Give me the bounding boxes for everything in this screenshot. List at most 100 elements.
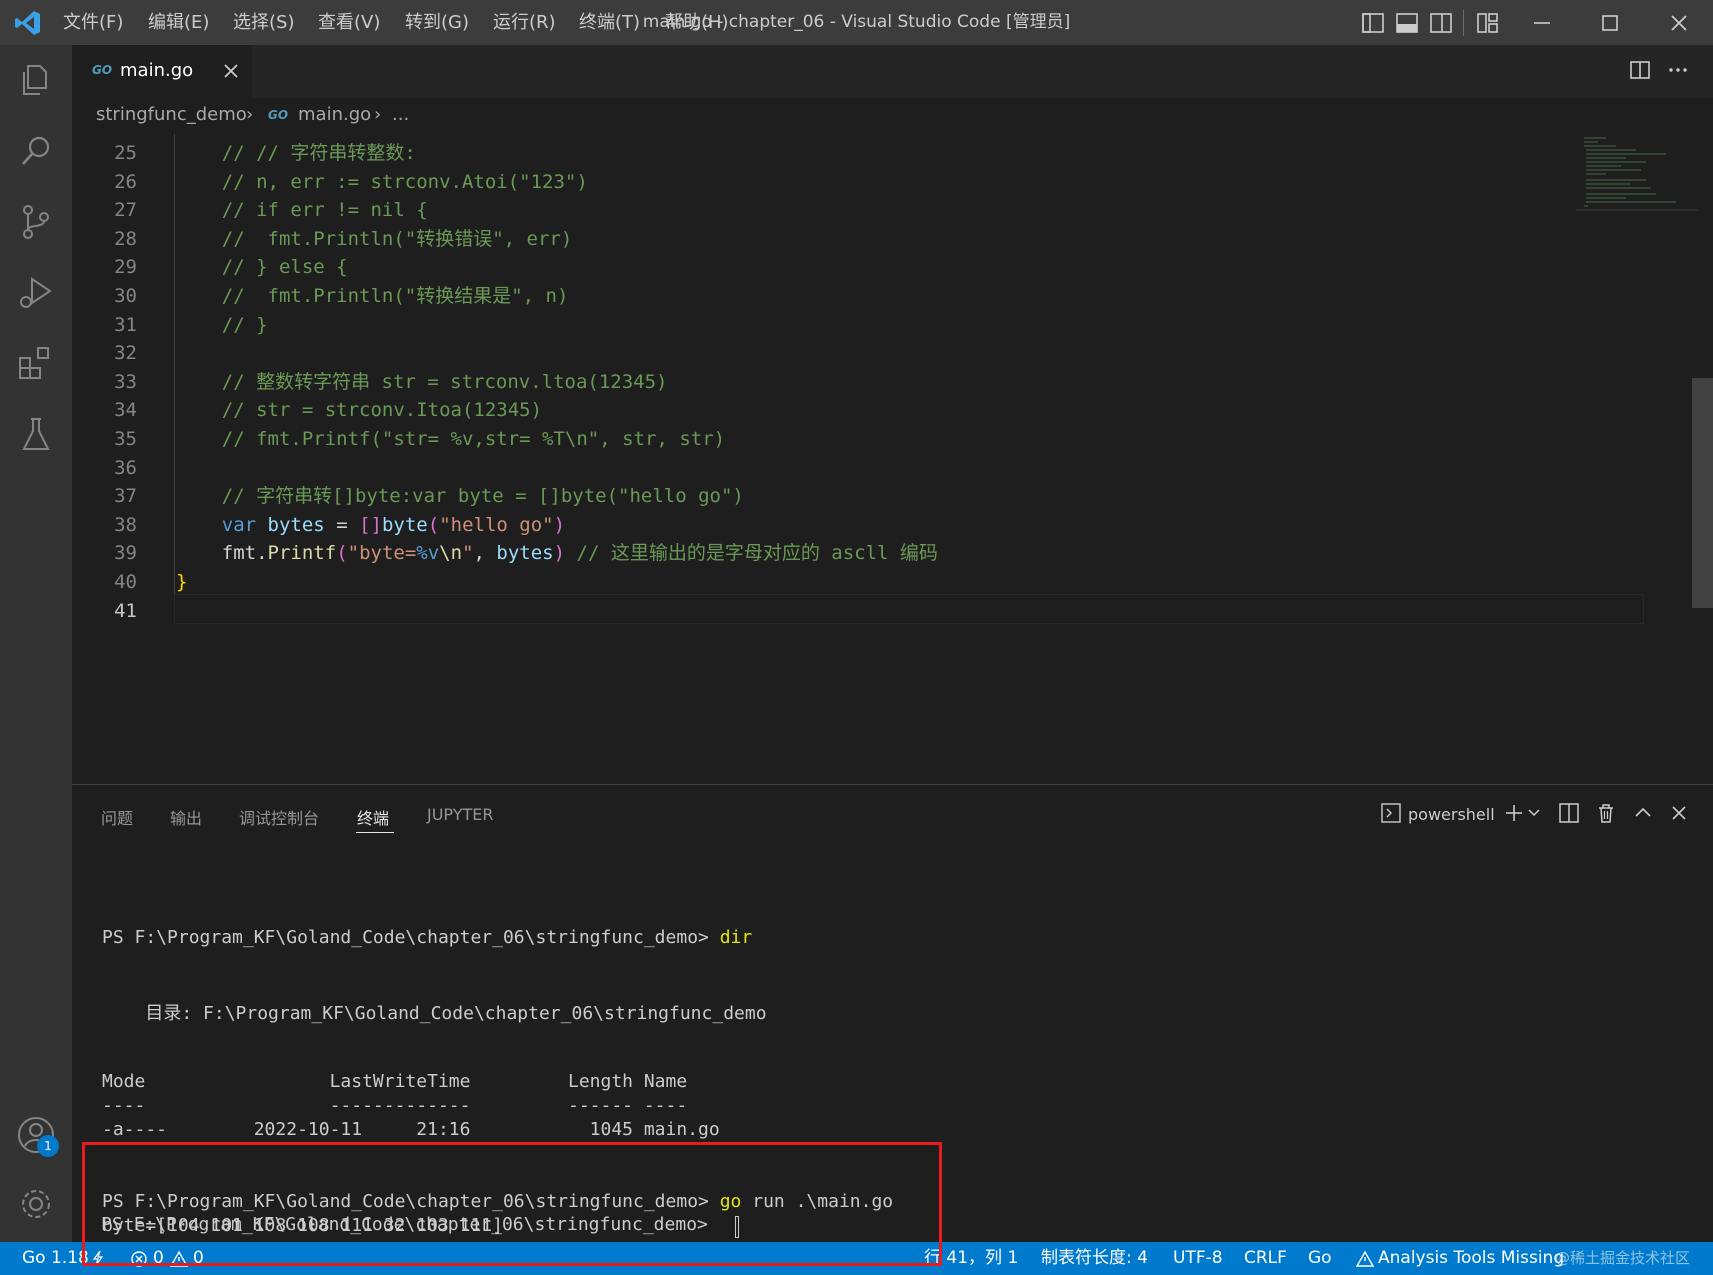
chevron-down-icon[interactable] bbox=[1526, 804, 1542, 820]
new-terminal-plus-icon[interactable] bbox=[1503, 802, 1525, 824]
maximize-icon[interactable] bbox=[1597, 10, 1623, 36]
warning-icon[interactable] bbox=[1356, 1250, 1374, 1268]
go-file-icon: GO bbox=[268, 108, 289, 122]
tab-label: main.go bbox=[120, 60, 194, 81]
explorer-icon[interactable] bbox=[14, 58, 58, 102]
terminal-line: Mode LastWriteTime Length Name bbox=[102, 1071, 688, 1092]
editor-tab-bar bbox=[72, 45, 1713, 98]
line-number: 38 bbox=[114, 513, 137, 536]
line-number: 34 bbox=[114, 399, 137, 422]
breadcrumb-separator-icon: › bbox=[246, 104, 254, 125]
breadcrumb: stringfunc_demo › GO main.go › ... bbox=[72, 98, 1713, 134]
code-text: } bbox=[176, 571, 188, 593]
code-text: // } else { bbox=[176, 256, 348, 279]
toggle-sidebar-icon[interactable] bbox=[1360, 10, 1386, 36]
tab-size[interactable]: 制表符长度: 4 bbox=[1041, 1242, 1148, 1275]
tab-problems[interactable]: 问题 bbox=[101, 805, 133, 829]
line-number: 37 bbox=[114, 485, 137, 508]
close-window-icon[interactable] bbox=[1666, 10, 1692, 36]
line-number: 39 bbox=[114, 542, 137, 565]
minimap[interactable] bbox=[1576, 134, 1698, 212]
run-debug-icon[interactable] bbox=[14, 271, 58, 315]
current-line-highlight bbox=[174, 594, 1644, 624]
line-number: 25 bbox=[114, 142, 137, 164]
line-number: 36 bbox=[114, 456, 137, 479]
toggle-panel-icon[interactable] bbox=[1394, 10, 1420, 36]
menu-edit[interactable]: 编辑(E) bbox=[148, 0, 209, 45]
code-text: // str = strconv.Itoa(12345) bbox=[176, 399, 543, 422]
customize-layout-icon[interactable] bbox=[1475, 10, 1501, 36]
more-actions-icon[interactable] bbox=[1666, 58, 1690, 82]
menu-go[interactable]: 转到(G) bbox=[405, 0, 469, 45]
terminal-line: 目录: F:\Program_KF\Goland_Code\chapter_06… bbox=[102, 1003, 767, 1024]
code-text: // 整数转字符串 str = strconv.ltoa(12345) bbox=[176, 370, 668, 393]
toggle-secondary-sidebar-icon[interactable] bbox=[1428, 10, 1454, 36]
accounts-badge: 1 bbox=[37, 1135, 59, 1157]
tab-close-icon[interactable] bbox=[220, 60, 242, 82]
code-text: var bytes = []byte("hello go") bbox=[221, 513, 566, 536]
line-number: 33 bbox=[114, 370, 137, 393]
terminal-line: PS F:\Program_KF\Goland_Code\chapter_06\… bbox=[102, 927, 753, 948]
indent-guide bbox=[174, 134, 175, 596]
split-editor-icon[interactable] bbox=[1628, 58, 1652, 82]
maximize-panel-chevron-up-icon[interactable] bbox=[1632, 802, 1654, 824]
code-text: // // 字符串转整数: bbox=[176, 142, 416, 164]
line-number: 31 bbox=[114, 313, 137, 336]
go-file-icon: GO bbox=[92, 63, 113, 77]
terminal-line: ---- ------------- ------ ---- bbox=[102, 1095, 688, 1116]
tab-debug-console[interactable]: 调试控制台 bbox=[239, 805, 319, 829]
language-mode[interactable]: Go bbox=[1308, 1242, 1332, 1275]
code-editor[interactable]: 25 // // 字符串转整数: 26 // n, err := strconv… bbox=[72, 134, 1713, 784]
encoding[interactable]: UTF-8 bbox=[1173, 1242, 1223, 1275]
analysis-tools-missing[interactable]: Analysis Tools Missing bbox=[1378, 1242, 1564, 1275]
close-panel-icon[interactable] bbox=[1668, 802, 1690, 824]
tab-jupyter[interactable]: JUPYTER bbox=[427, 805, 494, 824]
trash-icon[interactable] bbox=[1595, 802, 1617, 824]
activity-bar: 1 bbox=[0, 45, 72, 1242]
code-text: // if err != nil { bbox=[176, 199, 428, 222]
go-version[interactable]: Go 1.18 bbox=[22, 1242, 89, 1275]
menu-terminal[interactable]: 终端(T) bbox=[579, 0, 640, 45]
editor-scrollbar[interactable] bbox=[1692, 378, 1713, 608]
settings-gear-icon[interactable] bbox=[14, 1182, 58, 1226]
terminal-cursor bbox=[735, 1216, 739, 1238]
tab-main-go[interactable]: GO main.go bbox=[72, 45, 252, 98]
code-text: // n, err := strconv.Atoi("123") bbox=[176, 170, 588, 193]
code-text: // 字符串转[]byte:var byte = []byte("hello g… bbox=[176, 485, 744, 508]
tab-output[interactable]: 输出 bbox=[170, 805, 202, 829]
menu-view[interactable]: 查看(V) bbox=[318, 0, 380, 45]
line-number: 29 bbox=[114, 256, 137, 279]
extensions-icon[interactable] bbox=[14, 342, 58, 386]
menu-run[interactable]: 运行(R) bbox=[493, 0, 556, 45]
shell-label[interactable]: powershell bbox=[1408, 805, 1495, 824]
search-icon[interactable] bbox=[14, 129, 58, 173]
menu-help[interactable]: 帮助(H) bbox=[665, 0, 729, 45]
line-number: 32 bbox=[114, 342, 137, 365]
breadcrumb-file[interactable]: main.go bbox=[298, 104, 371, 125]
split-terminal-icon[interactable] bbox=[1558, 802, 1580, 824]
terminal-shell-icon bbox=[1380, 802, 1402, 824]
terminal-line: -a---- 2022-10-11 21:16 1045 main.go bbox=[102, 1119, 720, 1140]
code-text: // } bbox=[176, 313, 268, 336]
line-number: 28 bbox=[114, 227, 137, 250]
end-of-line[interactable]: CRLF bbox=[1244, 1242, 1287, 1275]
line-number: 41 bbox=[114, 599, 137, 622]
line-number: 35 bbox=[114, 428, 137, 450]
menu-file[interactable]: 文件(F) bbox=[63, 0, 123, 45]
tab-terminal[interactable]: 终端 bbox=[357, 805, 389, 829]
terminal-line: PS F:\Program_KF\Goland_Code\chapter_06\… bbox=[101, 1214, 719, 1235]
code-text: // fmt.Println("转换结果是", n) bbox=[176, 285, 569, 307]
watermark-text: @稀土掘金技术社区 bbox=[1555, 1249, 1691, 1267]
line-number: 26 bbox=[114, 170, 137, 193]
breadcrumb-more[interactable]: ... bbox=[392, 104, 409, 125]
vscode-logo-icon[interactable] bbox=[14, 9, 42, 37]
line-number: 40 bbox=[114, 571, 137, 593]
menu-selection[interactable]: 选择(S) bbox=[233, 0, 294, 45]
titlebar-divider bbox=[1463, 10, 1464, 36]
breadcrumb-folder[interactable]: stringfunc_demo bbox=[96, 104, 247, 125]
testing-icon[interactable] bbox=[14, 413, 58, 457]
minimize-icon[interactable] bbox=[1529, 10, 1555, 36]
code-text: fmt.Printf("byte=%v\n", bytes) // 这里输出的是… bbox=[221, 542, 938, 565]
line-number: 27 bbox=[114, 199, 137, 222]
source-control-icon[interactable] bbox=[14, 200, 58, 244]
